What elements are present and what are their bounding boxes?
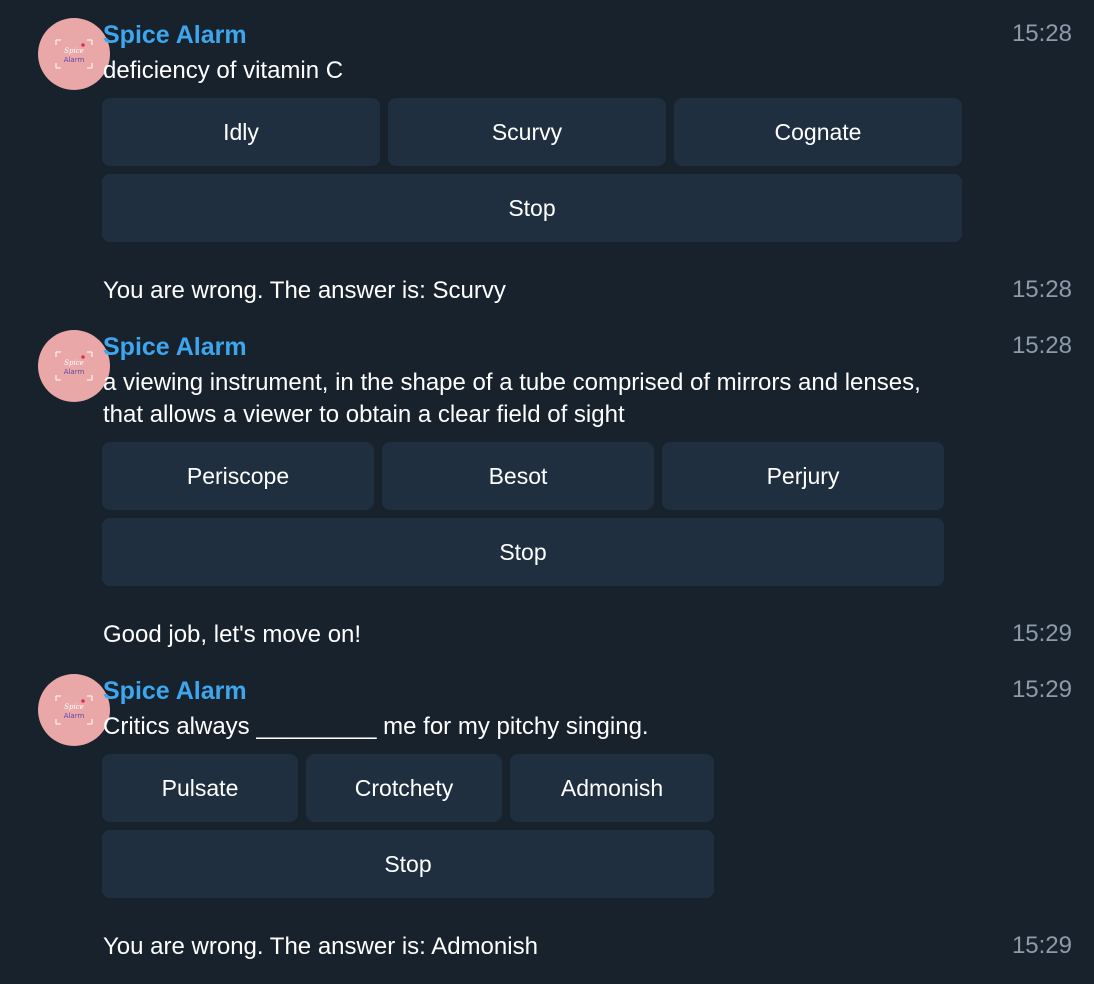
answer-button-scurvy[interactable]: Scurvy	[388, 98, 666, 166]
message-timestamp: 15:28	[1011, 332, 1072, 359]
answer-button-idly[interactable]: Idly	[102, 98, 380, 166]
bot-reply-text: You are wrong. The answer is: Scurvy	[103, 277, 506, 304]
message-text: Critics always _________ me for my pitch…	[103, 713, 649, 740]
answer-button-periscope[interactable]: Periscope	[102, 442, 374, 510]
answer-button-admonish[interactable]: Admonish	[510, 754, 714, 822]
reply-timestamp: 15:29	[1011, 620, 1072, 647]
answer-button-perjury[interactable]: Perjury	[662, 442, 944, 510]
reply-timestamp: 15:29	[1011, 932, 1072, 959]
svg-text:Alarm: Alarm	[64, 56, 85, 64]
sender-name[interactable]: Spice Alarm	[103, 19, 247, 51]
stop-button[interactable]: Stop	[102, 518, 944, 586]
spice-alarm-logo-icon: Spice Alarm	[55, 351, 93, 381]
bot-avatar[interactable]: Spice Alarm	[38, 18, 110, 90]
message-timestamp: 15:29	[1011, 676, 1072, 703]
bot-avatar[interactable]: Spice Alarm	[38, 330, 110, 402]
answer-button-cognate[interactable]: Cognate	[674, 98, 962, 166]
spice-alarm-logo-icon: Spice Alarm	[55, 695, 93, 725]
sender-name[interactable]: Spice Alarm	[103, 675, 247, 707]
bot-reply-text: Good job, let's move on!	[103, 621, 362, 648]
answer-button-besot[interactable]: Besot	[382, 442, 654, 510]
reply-timestamp: 15:28	[1011, 276, 1072, 303]
answer-button-crotchety[interactable]: Crotchety	[306, 754, 502, 822]
spice-alarm-logo-icon: Spice Alarm	[55, 39, 93, 69]
stop-button[interactable]: Stop	[102, 830, 714, 898]
answer-button-pulsate[interactable]: Pulsate	[102, 754, 298, 822]
bot-reply-text: You are wrong. The answer is: Admonish	[103, 933, 538, 960]
svg-text:Spice: Spice	[64, 703, 84, 711]
bot-avatar[interactable]: Spice Alarm	[38, 674, 110, 746]
stop-button[interactable]: Stop	[102, 174, 962, 242]
message-text: a viewing instrument, in the shape of a …	[103, 369, 921, 428]
message-timestamp: 15:28	[1011, 20, 1072, 47]
svg-text:Alarm: Alarm	[64, 712, 85, 720]
svg-text:Spice: Spice	[64, 47, 84, 55]
svg-text:Spice: Spice	[64, 359, 84, 367]
svg-text:Alarm: Alarm	[64, 368, 85, 376]
sender-name[interactable]: Spice Alarm	[103, 331, 247, 363]
message-text: deficiency of vitamin C	[103, 57, 344, 84]
